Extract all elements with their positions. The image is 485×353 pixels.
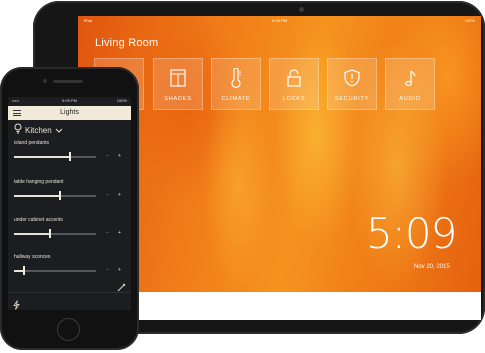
dimmer-slider[interactable]	[14, 266, 96, 275]
phone-footer	[8, 283, 131, 310]
status-battery: 100%	[464, 18, 475, 23]
status-battery: 100%	[116, 98, 127, 103]
light-name: table hanging pendant	[14, 179, 64, 185]
shades-icon	[154, 68, 202, 88]
increase-button[interactable]: +	[118, 192, 121, 198]
light-row: island pendants – +	[8, 140, 131, 170]
shield-icon	[328, 68, 376, 88]
tile-label: CLIMATE	[221, 96, 251, 102]
tile-climate[interactable]: CLIMATE	[211, 58, 261, 110]
decrease-button[interactable]: –	[106, 192, 109, 198]
tile-label: SECURITY	[334, 96, 370, 102]
phone-status-bar: ••••• 9:09 PM 100%	[8, 97, 131, 105]
dimmer-slider[interactable]	[14, 229, 96, 238]
tablet-status-bar: iPad 9:09 PM 100%	[78, 16, 481, 25]
room-title: Living Room	[95, 37, 159, 49]
slider-fill	[14, 233, 51, 235]
light-row: under cabinet accents – +	[8, 217, 131, 247]
tablet-camera	[299, 7, 304, 12]
status-time: 9:09 PM	[272, 18, 287, 23]
phone-camera	[43, 79, 47, 83]
slider-thumb[interactable]	[49, 229, 52, 238]
status-carrier: •••••	[12, 98, 20, 103]
tile-label: LOCKS	[282, 96, 306, 102]
room-name: Kitchen	[25, 125, 52, 135]
status-time: 9:09 PM	[62, 98, 77, 103]
music-note-icon	[386, 68, 434, 88]
decrease-button[interactable]: –	[106, 230, 109, 236]
decrease-button[interactable]: –	[106, 153, 109, 159]
decrease-button[interactable]: –	[106, 267, 109, 273]
page-title: Lights	[60, 109, 79, 116]
edit-pencil-icon[interactable]	[117, 279, 126, 297]
tile-audio[interactable]: AUDIO	[385, 58, 435, 110]
clock-date: Nov 20, 2015	[414, 264, 450, 270]
dimmer-slider[interactable]	[14, 191, 96, 200]
tile-security[interactable]: SECURITY	[327, 58, 377, 110]
home-button[interactable]	[57, 318, 80, 341]
slider-thumb[interactable]	[58, 191, 61, 200]
lock-icon	[270, 68, 318, 88]
lightning-bolt-icon[interactable]	[13, 297, 20, 310]
light-row: table hanging pendant – +	[8, 179, 131, 209]
tile-label: AUDIO	[399, 96, 421, 102]
light-name: under cabinet accents	[14, 217, 63, 223]
slider-fill	[14, 195, 60, 197]
increase-button[interactable]: +	[118, 267, 121, 273]
light-row: hallway sconces – +	[8, 254, 131, 284]
slider-thumb[interactable]	[22, 266, 25, 275]
clock-time: 5:09	[366, 209, 457, 258]
dimmer-slider[interactable]	[14, 152, 96, 161]
slider-thumb[interactable]	[68, 152, 71, 161]
phone-device: ••••• 9:09 PM 100% Lights Kitchen island…	[0, 67, 139, 350]
slider-fill	[14, 156, 70, 158]
phone-header: Lights	[8, 106, 131, 120]
increase-button[interactable]: +	[118, 153, 121, 159]
light-name: island pendants	[14, 140, 50, 146]
increase-button[interactable]: +	[118, 230, 121, 236]
status-carrier: iPad	[84, 18, 93, 23]
lightbulb-icon	[14, 121, 22, 139]
room-selector[interactable]: Kitchen	[14, 121, 63, 139]
phone-screen: ••••• 9:09 PM 100% Lights Kitchen island…	[8, 97, 131, 310]
chevron-down-icon	[55, 121, 63, 139]
tile-label: SHADES	[164, 96, 192, 102]
tile-locks[interactable]: LOCKS	[269, 58, 319, 110]
tile-shades[interactable]: SHADES	[153, 58, 203, 110]
light-name: hallway sconces	[14, 254, 51, 260]
thermometer-icon	[212, 68, 260, 88]
phone-speaker	[53, 80, 83, 83]
